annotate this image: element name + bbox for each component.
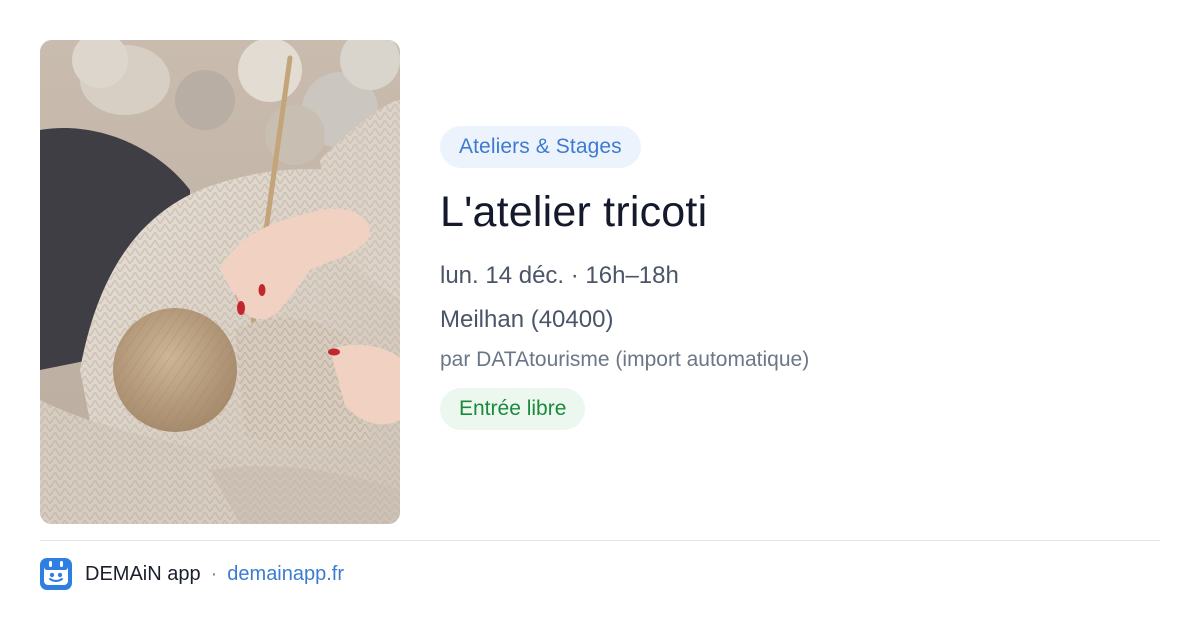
app-name: DEMAiN app xyxy=(85,562,201,585)
event-date: lun. 14 déc. · 16h–18h xyxy=(440,262,679,289)
footer-separator: · xyxy=(210,562,218,585)
knitting-photo xyxy=(40,40,400,524)
footer-divider xyxy=(40,540,1160,541)
footer: DEMAiN app · demainapp.fr xyxy=(40,558,344,590)
app-website-link[interactable]: demainapp.fr xyxy=(227,563,344,586)
event-image xyxy=(40,40,400,524)
event-location: Meilhan (40400) xyxy=(440,306,614,333)
event-organizer: par DATAtourisme (import automatique) xyxy=(440,348,810,371)
demain-app-icon[interactable] xyxy=(40,558,72,590)
category-badge[interactable]: Ateliers & Stages xyxy=(440,126,641,168)
event-details: Ateliers & Stages L'atelier tricoti lun.… xyxy=(440,126,1160,430)
price-badge: Entrée libre xyxy=(440,388,586,430)
event-title: L'atelier tricoti xyxy=(440,188,708,236)
